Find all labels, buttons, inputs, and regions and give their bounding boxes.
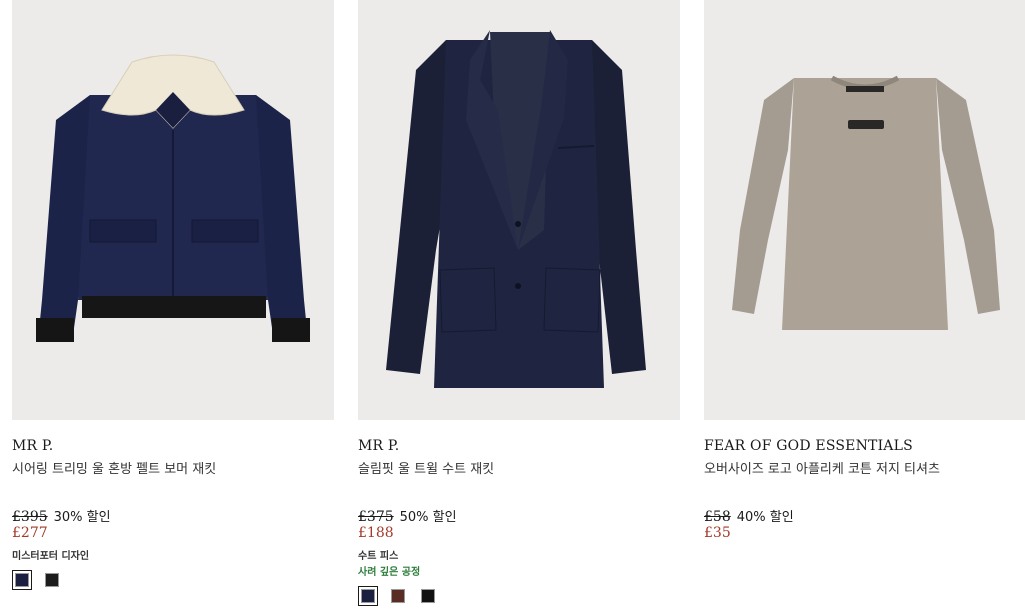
- original-price: £395: [12, 509, 48, 525]
- product-tag: 미스터포터 디자인: [12, 551, 90, 562]
- sale-price: £277: [12, 525, 48, 541]
- original-price: £375: [358, 509, 394, 525]
- product-image-long-sleeve-tee[interactable]: [704, 0, 1025, 420]
- bomber-jacket-illustration: [36, 54, 310, 342]
- product-tag-sustainability: 사려 깊은 공정: [358, 567, 421, 578]
- long-sleeve-tee-illustration: [732, 75, 1000, 330]
- product-brand[interactable]: FEAR OF GOD ESSENTIALS: [704, 438, 913, 454]
- color-swatches: [358, 586, 438, 606]
- original-price: £58: [704, 509, 731, 525]
- discount-label: 30% 할인: [53, 510, 111, 525]
- product-card[interactable]: FEAR OF GOD ESSENTIALS 오버사이즈 로고 아플리케 코튼 …: [704, 0, 1025, 541]
- price-row: £395 30% 할인: [12, 506, 111, 525]
- product-brand[interactable]: MR P.: [12, 438, 53, 454]
- price-row: £375 50% 할인: [358, 506, 457, 525]
- product-name[interactable]: 시어링 트리밍 울 혼방 펠트 보머 재킷: [12, 458, 216, 477]
- product-image-suit-jacket[interactable]: [358, 0, 680, 420]
- color-swatch-black[interactable]: [418, 586, 438, 606]
- product-tag: 수트 피스: [358, 551, 399, 562]
- discount-label: 50% 할인: [399, 510, 457, 525]
- price-row: £58 40% 할인: [704, 506, 794, 525]
- color-swatch-black[interactable]: [42, 570, 62, 590]
- product-image-bomber-jacket[interactable]: [12, 0, 334, 420]
- suit-jacket-illustration: [386, 30, 646, 388]
- color-swatches: [12, 570, 62, 590]
- product-name[interactable]: 오버사이즈 로고 아플리케 코튼 저지 티셔츠: [704, 458, 940, 477]
- discount-label: 40% 할인: [736, 510, 794, 525]
- product-card[interactable]: MR P. 시어링 트리밍 울 혼방 펠트 보머 재킷 £395 30% 할인 £…: [12, 0, 334, 590]
- product-card[interactable]: MR P. 슬림핏 울 트윌 수트 재킷 £375 50% 할인 £188 수트 …: [358, 0, 680, 606]
- product-brand[interactable]: MR P.: [358, 438, 399, 454]
- color-swatch-brown[interactable]: [388, 586, 408, 606]
- product-name[interactable]: 슬림핏 울 트윌 수트 재킷: [358, 458, 494, 477]
- color-swatch-navy[interactable]: [12, 570, 32, 590]
- sale-price: £35: [704, 525, 731, 541]
- color-swatch-navy[interactable]: [358, 586, 378, 606]
- sale-price: £188: [358, 525, 394, 541]
